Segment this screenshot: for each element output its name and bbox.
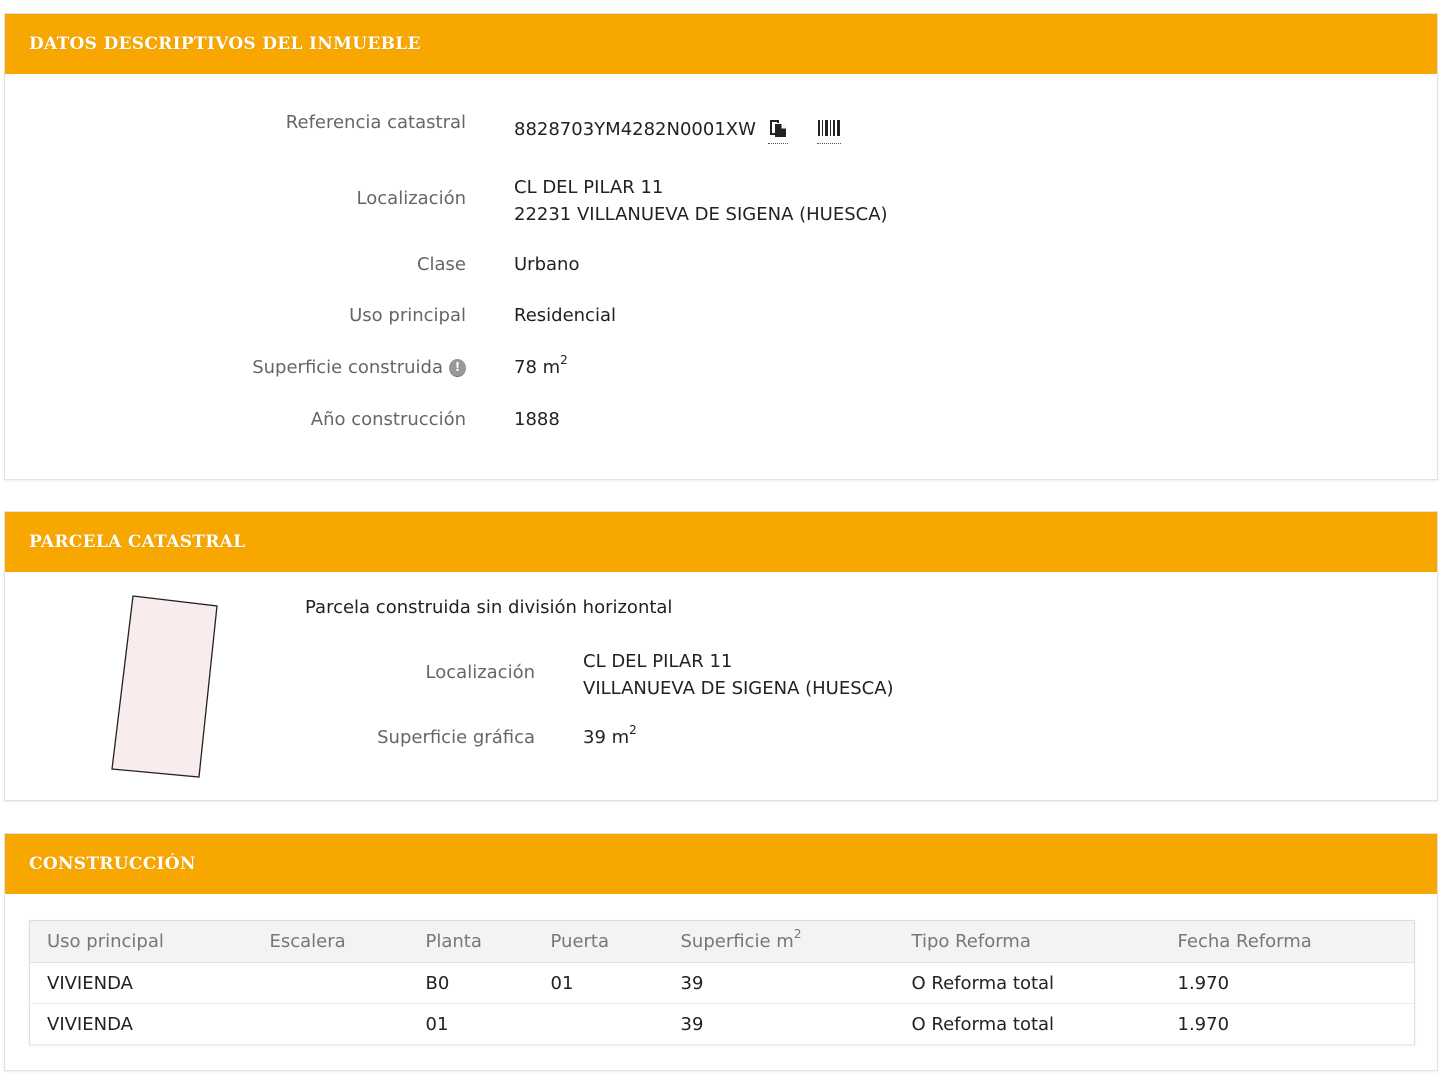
col-superficie[interactable]: Superficie m2 <box>663 920 895 963</box>
col-uso-principal[interactable]: Uso principal <box>29 920 253 963</box>
info-icon[interactable]: ! <box>449 359 466 377</box>
col-planta[interactable]: Planta <box>408 920 534 963</box>
parcel-map-shape[interactable] <box>101 592 241 792</box>
barcode-icon[interactable] <box>817 120 842 144</box>
cell-tipo-reforma: O Reforma total <box>894 962 1161 1004</box>
construccion-table: Uso principal Escalera Planta Puerta Sup… <box>29 920 1415 1045</box>
superficie-exp: 2 <box>560 353 568 367</box>
table-row: VIVIENDA 01 39 O Reforma total 1.970 <box>29 1003 1415 1045</box>
anio-value: 1888 <box>514 409 560 430</box>
clase-label: Clase <box>416 254 466 275</box>
cell-superficie: 39 <box>663 1003 895 1045</box>
parcela-panel: PARCELA CATASTRAL Parcela construida sin… <box>4 511 1438 801</box>
cell-tipo-reforma: O Reforma total <box>894 1003 1161 1045</box>
table-row: VIVIENDA B0 01 39 O Reforma total 1.970 <box>29 962 1415 1004</box>
superficie-label-wrap: Superficie construida! <box>252 357 466 378</box>
cell-puerta: 01 <box>533 962 664 1004</box>
parcela-localizacion-value: CL DEL PILAR 11 VILLANUEVA DE SIGENA (HU… <box>583 648 894 702</box>
parcela-tipo: Parcela construida sin división horizont… <box>305 597 673 618</box>
copy-icon[interactable] <box>767 118 788 144</box>
referencia-label: Referencia catastral <box>285 112 466 133</box>
col-fecha-reforma[interactable]: Fecha Reforma <box>1160 920 1415 963</box>
parcela-localizacion-line2: VILLANUEVA DE SIGENA (HUESCA) <box>583 678 894 699</box>
parcela-header: PARCELA CATASTRAL <box>5 512 1437 572</box>
cell-fecha-reforma: 1.970 <box>1160 1003 1415 1045</box>
localizacion-value: CL DEL PILAR 11 22231 VILLANUEVA DE SIGE… <box>514 174 888 228</box>
col-tipo-reforma[interactable]: Tipo Reforma <box>894 920 1161 963</box>
parcela-superficie-label: Superficie gráfica <box>377 727 535 748</box>
cell-escalera <box>252 1003 409 1045</box>
referencia-value: 8828703YM4282N0001XW <box>514 119 756 140</box>
cell-planta: 01 <box>408 1003 534 1045</box>
parcela-superficie-exp: 2 <box>629 723 637 737</box>
localizacion-label: Localización <box>356 188 466 209</box>
col-superficie-label: Superficie m <box>680 931 794 952</box>
construccion-header: CONSTRUCCIÓN <box>5 834 1437 894</box>
cell-escalera <box>252 962 409 1004</box>
superficie-label: Superficie construida <box>252 357 443 378</box>
col-escalera[interactable]: Escalera <box>252 920 409 963</box>
cell-planta: B0 <box>408 962 534 1004</box>
col-puerta[interactable]: Puerta <box>533 920 664 963</box>
col-superficie-exp: 2 <box>793 927 802 941</box>
clase-value: Urbano <box>514 254 580 275</box>
cell-superficie: 39 <box>663 962 895 1004</box>
construccion-panel: CONSTRUCCIÓN Uso principal Escalera Plan… <box>4 833 1438 1071</box>
uso-label: Uso principal <box>349 305 466 326</box>
superficie-value-wrap: 78 m2 <box>514 354 568 378</box>
cell-uso: VIVIENDA <box>29 962 253 1004</box>
referencia-value-wrap: 8828703YM4282N0001XW <box>514 118 842 144</box>
datos-descriptivos-panel: DATOS DESCRIPTIVOS DEL INMUEBLE Referenc… <box>4 13 1438 480</box>
cell-fecha-reforma: 1.970 <box>1160 962 1415 1004</box>
parcela-localizacion-label: Localización <box>425 662 535 683</box>
anio-label: Año construcción <box>310 409 466 430</box>
parcela-localizacion-line1: CL DEL PILAR 11 <box>583 651 733 672</box>
cell-uso: VIVIENDA <box>29 1003 253 1045</box>
parcela-superficie-value-wrap: 39 m2 <box>583 724 637 748</box>
cell-puerta <box>533 1003 664 1045</box>
table-header-row: Uso principal Escalera Planta Puerta Sup… <box>29 920 1415 963</box>
parcela-superficie-value: 39 m <box>583 727 630 748</box>
localizacion-line2: 22231 VILLANUEVA DE SIGENA (HUESCA) <box>514 204 888 225</box>
uso-value: Residencial <box>514 305 616 326</box>
localizacion-line1: CL DEL PILAR 11 <box>514 177 664 198</box>
datos-descriptivos-header: DATOS DESCRIPTIVOS DEL INMUEBLE <box>5 14 1437 74</box>
superficie-value: 78 m <box>514 357 561 378</box>
